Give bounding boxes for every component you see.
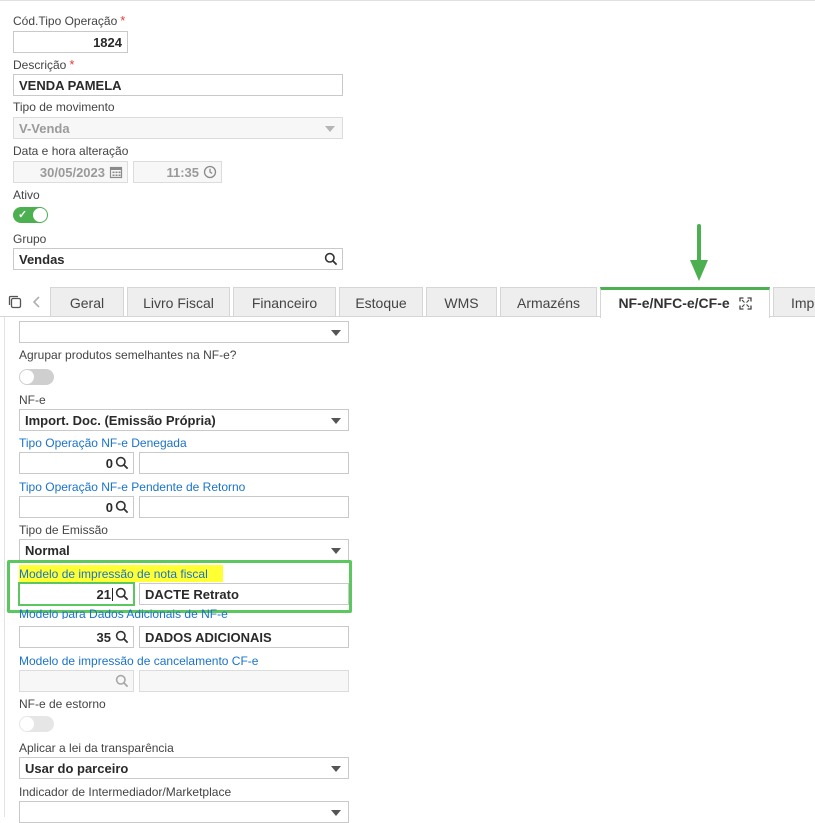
search-icon[interactable] bbox=[115, 500, 129, 514]
intermediador-select[interactable] bbox=[19, 801, 349, 823]
grupo-label: Grupo bbox=[13, 232, 47, 246]
transparencia-label: Aplicar a lei da transparência bbox=[19, 741, 174, 755]
cancelamento-label[interactable]: Modelo de impressão de cancelamento CF-e bbox=[19, 654, 258, 668]
adicionais-label[interactable]: Modelo para Dados Adicionais de NF-e bbox=[19, 609, 228, 619]
chevron-down-icon bbox=[331, 766, 341, 772]
transparencia-value: Usar do parceiro bbox=[25, 761, 129, 776]
denegada-desc-input[interactable] bbox=[139, 452, 349, 474]
cancelamento-desc-input[interactable] bbox=[139, 670, 349, 692]
data-alteracao-input[interactable]: 30/05/2023 bbox=[13, 161, 128, 183]
pendente-code: 0 bbox=[105, 500, 113, 515]
check-icon: ✓ bbox=[18, 209, 28, 221]
data-alteracao-label: Data e hora alteração bbox=[13, 144, 129, 158]
tab-nfe-label: NF-e/NFC-e/CF-e bbox=[618, 295, 730, 311]
top-divider bbox=[0, 0, 815, 1]
calendar-icon bbox=[109, 166, 123, 179]
highlight-code-box-annotation bbox=[18, 582, 135, 606]
cancelamento-code-input[interactable] bbox=[19, 670, 134, 692]
search-icon[interactable] bbox=[324, 252, 338, 266]
hora-value: 11:35 bbox=[166, 165, 199, 180]
agrupar-label: Agrupar produtos semelhantes na NF-e? bbox=[19, 348, 237, 362]
intermediador-label: Indicador de Intermediador/Marketplace bbox=[19, 785, 232, 799]
emissao-label: Tipo de Emissão bbox=[19, 523, 108, 537]
copy-icon[interactable] bbox=[7, 294, 23, 310]
emissao-value: Normal bbox=[25, 543, 70, 558]
tipo-movimento-value: V-Venda bbox=[19, 121, 70, 136]
estorno-label: NF-e de estorno bbox=[19, 697, 106, 711]
toggle-knob bbox=[20, 370, 34, 384]
adicionais-code-input[interactable]: 35 bbox=[19, 626, 134, 648]
hora-alteracao-input[interactable]: 11:35 bbox=[133, 161, 222, 183]
tab-financeiro[interactable]: Financeiro bbox=[233, 287, 336, 317]
nfe-select[interactable]: Import. Doc. (Emissão Própria) bbox=[19, 409, 349, 431]
adicionais-code: 35 bbox=[96, 630, 111, 645]
chevron-down-icon bbox=[331, 330, 341, 336]
emissao-select[interactable]: Normal bbox=[19, 539, 349, 561]
denegada-code-input[interactable]: 0 bbox=[19, 452, 134, 474]
top-cropped-select[interactable] bbox=[19, 321, 349, 343]
panel-left-border bbox=[4, 317, 5, 817]
chevron-down-icon bbox=[331, 810, 341, 816]
tab-armazens[interactable]: Armazéns bbox=[500, 287, 597, 317]
estorno-toggle[interactable] bbox=[19, 716, 54, 732]
clock-icon bbox=[203, 165, 217, 179]
search-icon[interactable] bbox=[115, 456, 129, 470]
tipo-movimento-label: Tipo de movimento bbox=[13, 100, 115, 114]
ativo-toggle[interactable]: ✓ bbox=[13, 207, 48, 223]
tab-wms[interactable]: WMS bbox=[426, 287, 497, 317]
grupo-input[interactable]: Vendas bbox=[13, 248, 343, 270]
data-value: 30/05/2023 bbox=[39, 165, 105, 180]
denegada-label[interactable]: Tipo Operação NF-e Denegada bbox=[19, 436, 187, 450]
chevron-down-icon bbox=[331, 418, 341, 424]
search-icon[interactable] bbox=[115, 630, 129, 644]
chevron-left-icon[interactable] bbox=[31, 295, 43, 309]
adicionais-desc-input[interactable]: DADOS ADICIONAIS bbox=[139, 626, 349, 648]
search-icon bbox=[115, 674, 129, 688]
pendente-label[interactable]: Tipo Operação NF-e Pendente de Retorno bbox=[19, 480, 245, 494]
tipo-movimento-select[interactable]: V-Venda bbox=[13, 117, 343, 139]
descricao-label: Descrição * bbox=[13, 57, 75, 72]
cod-tipo-input[interactable]: 1824 bbox=[13, 31, 128, 53]
tab-livro-fiscal[interactable]: Livro Fiscal bbox=[127, 287, 230, 317]
pendente-code-input[interactable]: 0 bbox=[19, 496, 134, 518]
tab-geral[interactable]: Geral bbox=[50, 287, 124, 317]
agrupar-toggle[interactable] bbox=[19, 369, 54, 385]
chevron-down-icon bbox=[331, 548, 341, 554]
ativo-label: Ativo bbox=[13, 188, 40, 202]
active-tab-gap bbox=[601, 315, 769, 318]
pendente-desc-input[interactable] bbox=[139, 496, 349, 518]
toggle-knob bbox=[33, 208, 47, 222]
arrow-down-annotation-icon bbox=[690, 224, 708, 281]
cod-tipo-label: Cód.Tipo Operação * bbox=[13, 13, 126, 28]
expand-icon[interactable] bbox=[738, 297, 752, 310]
tab-estoque[interactable]: Estoque bbox=[339, 287, 423, 317]
nfe-value: Import. Doc. (Emissão Própria) bbox=[25, 413, 216, 428]
nfe-label: NF-e bbox=[19, 393, 46, 407]
transparencia-select[interactable]: Usar do parceiro bbox=[19, 757, 349, 779]
grupo-value: Vendas bbox=[19, 252, 65, 267]
tab-nfe-nfce-cfe[interactable]: NF-e/NFC-e/CF-e bbox=[600, 287, 770, 318]
tab-impostos[interactable]: Impo bbox=[773, 287, 815, 317]
descricao-input[interactable]: VENDA PAMELA bbox=[13, 74, 343, 96]
chevron-down-icon bbox=[325, 126, 335, 132]
denegada-code: 0 bbox=[105, 456, 113, 471]
toggle-knob bbox=[20, 717, 34, 731]
